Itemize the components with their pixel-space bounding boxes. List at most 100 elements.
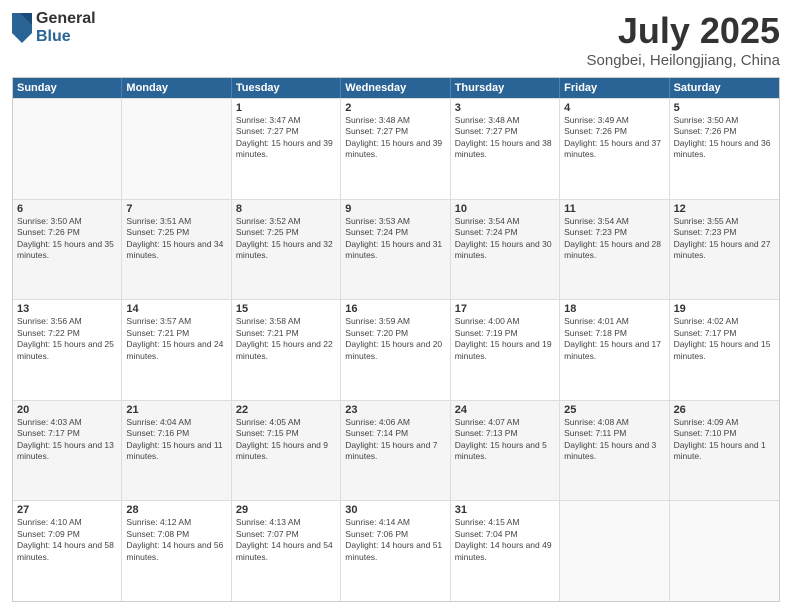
day-info: Sunrise: 4:03 AMSunset: 7:17 PMDaylight:… bbox=[17, 417, 117, 463]
calendar-header-sunday: Sunday bbox=[13, 78, 122, 98]
day-info: Sunrise: 4:13 AMSunset: 7:07 PMDaylight:… bbox=[236, 517, 336, 563]
calendar-week-5: 27Sunrise: 4:10 AMSunset: 7:09 PMDayligh… bbox=[13, 500, 779, 601]
calendar-cell-day-26: 26Sunrise: 4:09 AMSunset: 7:10 PMDayligh… bbox=[670, 401, 779, 501]
calendar-cell-day-10: 10Sunrise: 3:54 AMSunset: 7:24 PMDayligh… bbox=[451, 200, 560, 300]
day-info: Sunrise: 3:50 AMSunset: 7:26 PMDaylight:… bbox=[674, 115, 775, 161]
day-info: Sunrise: 3:48 AMSunset: 7:27 PMDaylight:… bbox=[345, 115, 445, 161]
calendar-cell-day-6: 6Sunrise: 3:50 AMSunset: 7:26 PMDaylight… bbox=[13, 200, 122, 300]
day-info: Sunrise: 3:48 AMSunset: 7:27 PMDaylight:… bbox=[455, 115, 555, 161]
day-number: 5 bbox=[674, 102, 775, 114]
day-number: 18 bbox=[564, 303, 664, 315]
day-number: 24 bbox=[455, 404, 555, 416]
calendar-cell-day-30: 30Sunrise: 4:14 AMSunset: 7:06 PMDayligh… bbox=[341, 501, 450, 601]
day-number: 26 bbox=[674, 404, 775, 416]
calendar-week-2: 6Sunrise: 3:50 AMSunset: 7:26 PMDaylight… bbox=[13, 199, 779, 300]
title-block: July 2025 Songbei, Heilongjiang, China bbox=[587, 10, 780, 69]
calendar-week-3: 13Sunrise: 3:56 AMSunset: 7:22 PMDayligh… bbox=[13, 299, 779, 400]
day-info: Sunrise: 4:14 AMSunset: 7:06 PMDaylight:… bbox=[345, 517, 445, 563]
calendar-header-wednesday: Wednesday bbox=[341, 78, 450, 98]
day-number: 7 bbox=[126, 203, 226, 215]
calendar-cell-day-11: 11Sunrise: 3:54 AMSunset: 7:23 PMDayligh… bbox=[560, 200, 669, 300]
calendar-cell-day-5: 5Sunrise: 3:50 AMSunset: 7:26 PMDaylight… bbox=[670, 99, 779, 199]
day-info: Sunrise: 4:01 AMSunset: 7:18 PMDaylight:… bbox=[564, 316, 664, 362]
calendar-header-thursday: Thursday bbox=[451, 78, 560, 98]
calendar-cell-day-8: 8Sunrise: 3:52 AMSunset: 7:25 PMDaylight… bbox=[232, 200, 341, 300]
day-info: Sunrise: 4:06 AMSunset: 7:14 PMDaylight:… bbox=[345, 417, 445, 463]
calendar-cell-day-29: 29Sunrise: 4:13 AMSunset: 7:07 PMDayligh… bbox=[232, 501, 341, 601]
calendar-cell-day-24: 24Sunrise: 4:07 AMSunset: 7:13 PMDayligh… bbox=[451, 401, 560, 501]
day-number: 6 bbox=[17, 203, 117, 215]
calendar-cell-day-31: 31Sunrise: 4:15 AMSunset: 7:04 PMDayligh… bbox=[451, 501, 560, 601]
calendar-body: 1Sunrise: 3:47 AMSunset: 7:27 PMDaylight… bbox=[13, 98, 779, 601]
calendar-cell-day-4: 4Sunrise: 3:49 AMSunset: 7:26 PMDaylight… bbox=[560, 99, 669, 199]
calendar-cell-day-28: 28Sunrise: 4:12 AMSunset: 7:08 PMDayligh… bbox=[122, 501, 231, 601]
calendar-cell-day-17: 17Sunrise: 4:00 AMSunset: 7:19 PMDayligh… bbox=[451, 300, 560, 400]
day-info: Sunrise: 3:57 AMSunset: 7:21 PMDaylight:… bbox=[126, 316, 226, 362]
day-info: Sunrise: 4:07 AMSunset: 7:13 PMDaylight:… bbox=[455, 417, 555, 463]
day-info: Sunrise: 4:12 AMSunset: 7:08 PMDaylight:… bbox=[126, 517, 226, 563]
day-info: Sunrise: 4:00 AMSunset: 7:19 PMDaylight:… bbox=[455, 316, 555, 362]
day-number: 9 bbox=[345, 203, 445, 215]
day-number: 19 bbox=[674, 303, 775, 315]
calendar-cell-day-15: 15Sunrise: 3:58 AMSunset: 7:21 PMDayligh… bbox=[232, 300, 341, 400]
calendar-week-1: 1Sunrise: 3:47 AMSunset: 7:27 PMDaylight… bbox=[13, 98, 779, 199]
day-info: Sunrise: 3:52 AMSunset: 7:25 PMDaylight:… bbox=[236, 216, 336, 262]
day-info: Sunrise: 4:09 AMSunset: 7:10 PMDaylight:… bbox=[674, 417, 775, 463]
day-info: Sunrise: 3:56 AMSunset: 7:22 PMDaylight:… bbox=[17, 316, 117, 362]
calendar: SundayMondayTuesdayWednesdayThursdayFrid… bbox=[12, 77, 780, 602]
day-number: 20 bbox=[17, 404, 117, 416]
day-info: Sunrise: 3:58 AMSunset: 7:21 PMDaylight:… bbox=[236, 316, 336, 362]
day-number: 22 bbox=[236, 404, 336, 416]
calendar-cell-empty bbox=[13, 99, 122, 199]
day-info: Sunrise: 4:04 AMSunset: 7:16 PMDaylight:… bbox=[126, 417, 226, 463]
calendar-cell-day-9: 9Sunrise: 3:53 AMSunset: 7:24 PMDaylight… bbox=[341, 200, 450, 300]
calendar-cell-day-20: 20Sunrise: 4:03 AMSunset: 7:17 PMDayligh… bbox=[13, 401, 122, 501]
day-number: 23 bbox=[345, 404, 445, 416]
calendar-header-friday: Friday bbox=[560, 78, 669, 98]
calendar-header-tuesday: Tuesday bbox=[232, 78, 341, 98]
calendar-cell-day-2: 2Sunrise: 3:48 AMSunset: 7:27 PMDaylight… bbox=[341, 99, 450, 199]
calendar-cell-day-23: 23Sunrise: 4:06 AMSunset: 7:14 PMDayligh… bbox=[341, 401, 450, 501]
calendar-header-saturday: Saturday bbox=[670, 78, 779, 98]
day-info: Sunrise: 3:59 AMSunset: 7:20 PMDaylight:… bbox=[345, 316, 445, 362]
day-info: Sunrise: 3:49 AMSunset: 7:26 PMDaylight:… bbox=[564, 115, 664, 161]
day-info: Sunrise: 3:53 AMSunset: 7:24 PMDaylight:… bbox=[345, 216, 445, 262]
day-number: 10 bbox=[455, 203, 555, 215]
day-info: Sunrise: 4:05 AMSunset: 7:15 PMDaylight:… bbox=[236, 417, 336, 463]
day-number: 11 bbox=[564, 203, 664, 215]
day-number: 17 bbox=[455, 303, 555, 315]
logo-blue-text: Blue bbox=[36, 28, 96, 46]
day-info: Sunrise: 4:02 AMSunset: 7:17 PMDaylight:… bbox=[674, 316, 775, 362]
calendar-cell-day-22: 22Sunrise: 4:05 AMSunset: 7:15 PMDayligh… bbox=[232, 401, 341, 501]
calendar-cell-day-3: 3Sunrise: 3:48 AMSunset: 7:27 PMDaylight… bbox=[451, 99, 560, 199]
day-number: 13 bbox=[17, 303, 117, 315]
day-number: 25 bbox=[564, 404, 664, 416]
day-number: 15 bbox=[236, 303, 336, 315]
day-number: 12 bbox=[674, 203, 775, 215]
day-number: 28 bbox=[126, 504, 226, 516]
page-header: General Blue July 2025 Songbei, Heilongj… bbox=[12, 10, 780, 69]
calendar-cell-day-18: 18Sunrise: 4:01 AMSunset: 7:18 PMDayligh… bbox=[560, 300, 669, 400]
calendar-cell-empty bbox=[670, 501, 779, 601]
day-info: Sunrise: 3:47 AMSunset: 7:27 PMDaylight:… bbox=[236, 115, 336, 161]
day-number: 2 bbox=[345, 102, 445, 114]
day-number: 21 bbox=[126, 404, 226, 416]
day-info: Sunrise: 4:08 AMSunset: 7:11 PMDaylight:… bbox=[564, 417, 664, 463]
main-title: July 2025 bbox=[587, 10, 780, 52]
day-info: Sunrise: 3:55 AMSunset: 7:23 PMDaylight:… bbox=[674, 216, 775, 262]
logo-general-text: General bbox=[36, 10, 96, 28]
day-number: 3 bbox=[455, 102, 555, 114]
calendar-cell-empty bbox=[560, 501, 669, 601]
day-number: 8 bbox=[236, 203, 336, 215]
subtitle: Songbei, Heilongjiang, China bbox=[587, 52, 780, 69]
day-number: 1 bbox=[236, 102, 336, 114]
logo-text: General Blue bbox=[36, 10, 96, 45]
day-number: 27 bbox=[17, 504, 117, 516]
calendar-cell-day-14: 14Sunrise: 3:57 AMSunset: 7:21 PMDayligh… bbox=[122, 300, 231, 400]
calendar-cell-day-12: 12Sunrise: 3:55 AMSunset: 7:23 PMDayligh… bbox=[670, 200, 779, 300]
day-info: Sunrise: 3:54 AMSunset: 7:24 PMDaylight:… bbox=[455, 216, 555, 262]
calendar-cell-day-13: 13Sunrise: 3:56 AMSunset: 7:22 PMDayligh… bbox=[13, 300, 122, 400]
day-info: Sunrise: 4:15 AMSunset: 7:04 PMDaylight:… bbox=[455, 517, 555, 563]
day-number: 30 bbox=[345, 504, 445, 516]
calendar-cell-empty bbox=[122, 99, 231, 199]
